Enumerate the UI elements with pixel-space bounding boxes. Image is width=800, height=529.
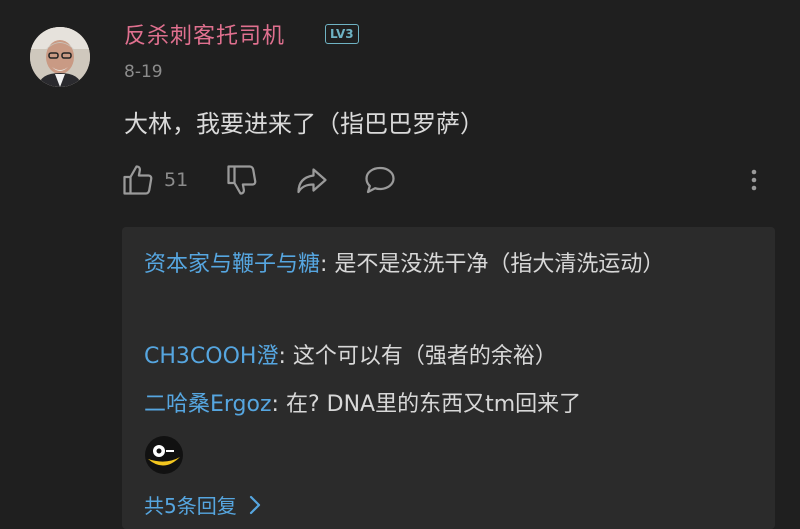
more-options-button[interactable]: [742, 162, 766, 198]
thumbs-up-icon: [123, 165, 153, 195]
dislike-button[interactable]: [224, 162, 260, 198]
like-button[interactable]: 51: [120, 162, 188, 198]
reply-text: 在? DNA里的东西又tm回来了: [285, 392, 582, 417]
reply-text: 这个可以有（强者的余裕）: [292, 344, 557, 369]
sticker-emoji: [144, 435, 184, 475]
reply-username[interactable]: CH3COOH澄: [144, 344, 278, 369]
avatar[interactable]: [30, 27, 90, 87]
comment-text: 大林，我要进来了（指巴巴罗萨）: [124, 110, 484, 138]
view-all-replies-label: 共5条回复: [144, 494, 237, 518]
comment-date: 8-19: [124, 62, 163, 82]
sticker-face-icon: [145, 436, 183, 474]
reply-text: 是不是没洗干净（指大清洗运动）: [334, 252, 665, 277]
reply-item[interactable]: CH3COOH澄: 这个可以有（强者的余裕）: [144, 335, 744, 379]
reply-separator: :: [278, 344, 293, 369]
share-icon: [297, 168, 327, 194]
comment-icon: [365, 166, 395, 194]
comment-actions: 51: [120, 162, 770, 202]
reply-preview-box[interactable]: 资本家与鞭子与糖: 是不是没洗干净（指大清洗运动） CH3COOH澄: 这个可以…: [122, 227, 775, 529]
level-badge: LV3: [325, 24, 359, 44]
reply-username[interactable]: 资本家与鞭子与糖: [144, 252, 320, 277]
reply-button[interactable]: [362, 162, 398, 198]
like-count: 51: [164, 169, 189, 191]
comment-username[interactable]: 反杀刺客托司机: [124, 18, 285, 50]
chevron-right-icon: [249, 495, 260, 514]
reply-separator: :: [320, 252, 335, 277]
thumbs-down-icon: [227, 165, 257, 195]
share-button[interactable]: [294, 162, 330, 198]
avatar-photo: [30, 27, 90, 87]
more-vertical-icon: [751, 169, 757, 191]
reply-username[interactable]: 二哈桑Ergoz: [144, 392, 272, 417]
reply-item[interactable]: 二哈桑Ergoz: 在? DNA里的东西又tm回来了: [144, 383, 744, 427]
view-all-replies-link[interactable]: 共5条回复: [144, 490, 261, 519]
reply-separator: :: [271, 392, 286, 417]
reply-item[interactable]: 资本家与鞭子与糖: 是不是没洗干净（指大清洗运动）: [144, 243, 744, 287]
